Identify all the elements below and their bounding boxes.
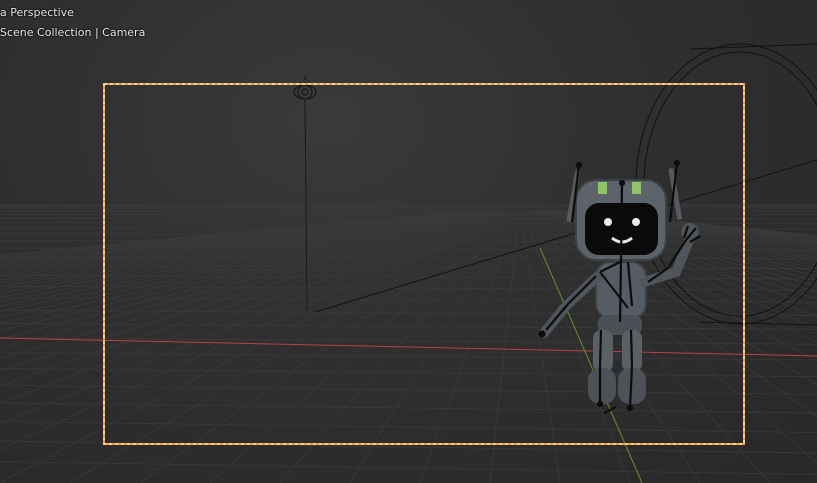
view-mode-label: a Perspective bbox=[0, 6, 74, 19]
grid-line bbox=[419, 210, 519, 483]
grid-line bbox=[139, 210, 513, 483]
grid-line bbox=[0, 421, 817, 433]
viewport-scene bbox=[0, 43, 817, 483]
grid-line bbox=[0, 402, 817, 414]
grid-line bbox=[0, 440, 817, 454]
collection-label: Scene Collection | Camera bbox=[0, 26, 146, 39]
grid-line bbox=[0, 217, 817, 220]
grid-line bbox=[536, 210, 817, 308]
grid-line bbox=[520, 210, 561, 483]
camera-object-outline[interactable] bbox=[314, 43, 817, 326]
grid-line bbox=[0, 461, 817, 475]
grid-line bbox=[534, 210, 817, 318]
3d-viewport[interactable]: a Perspective Scene Collection | Camera bbox=[0, 0, 817, 483]
light-icon[interactable] bbox=[293, 76, 317, 311]
grid-line bbox=[0, 323, 817, 330]
floor-grid bbox=[0, 204, 817, 483]
grid-line bbox=[69, 210, 512, 483]
